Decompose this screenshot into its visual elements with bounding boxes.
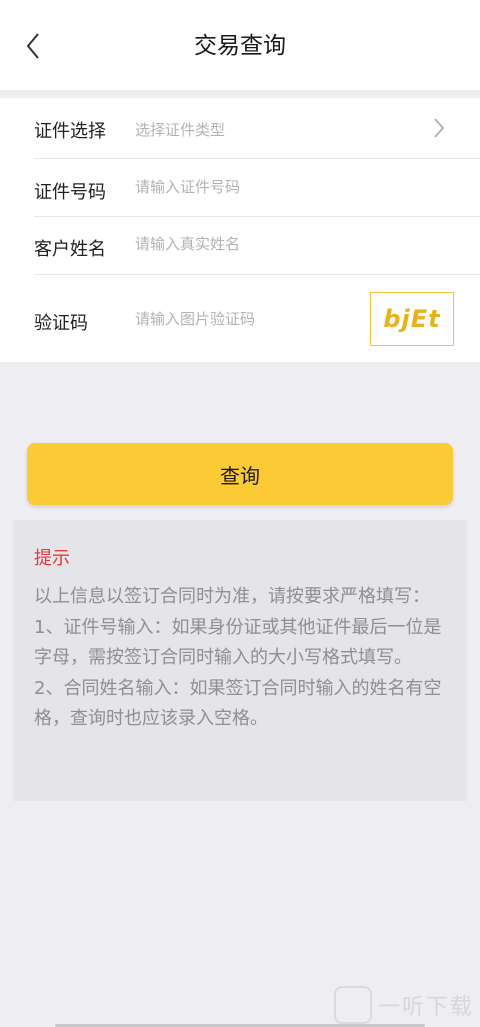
cert-number-row: 证件号码 — [34, 158, 480, 217]
captcha-input[interactable] — [135, 310, 355, 328]
captcha-label: 验证码 — [34, 313, 88, 334]
cert-number-input[interactable] — [135, 178, 355, 196]
watermark-text: 一听下载 — [377, 995, 474, 1020]
watermark: 一听下载 — [333, 985, 474, 1025]
tips-title: 提示 — [34, 548, 70, 569]
tips-body: 以上信息以签订合同时为准，请按要求严格填写： 1、证件号输入：如果身份证或其他证… — [34, 586, 442, 729]
captcha-image[interactable]: bjEt — [370, 292, 454, 346]
tips-panel: 提示 以上信息以签订合同时为准，请按要求严格填写： 1、证件号输入：如果身份证或… — [13, 520, 467, 801]
customer-name-label: 客户姓名 — [34, 239, 106, 260]
watermark-logo-icon — [333, 986, 372, 1024]
customer-name-input[interactable] — [135, 235, 355, 253]
cert-number-label: 证件号码 — [34, 182, 106, 203]
cert-type-row[interactable]: 证件选择 选择证件类型 — [34, 98, 480, 159]
top-bar: 交易查询 — [0, 0, 480, 90]
cert-type-select[interactable]: 选择证件类型 — [135, 119, 355, 140]
chevron-right-icon — [434, 118, 445, 138]
customer-name-row: 客户姓名 — [34, 216, 480, 275]
cert-type-label: 证件选择 — [34, 121, 106, 142]
page-title: 交易查询 — [194, 33, 286, 59]
query-button[interactable]: 查询 — [27, 443, 453, 505]
